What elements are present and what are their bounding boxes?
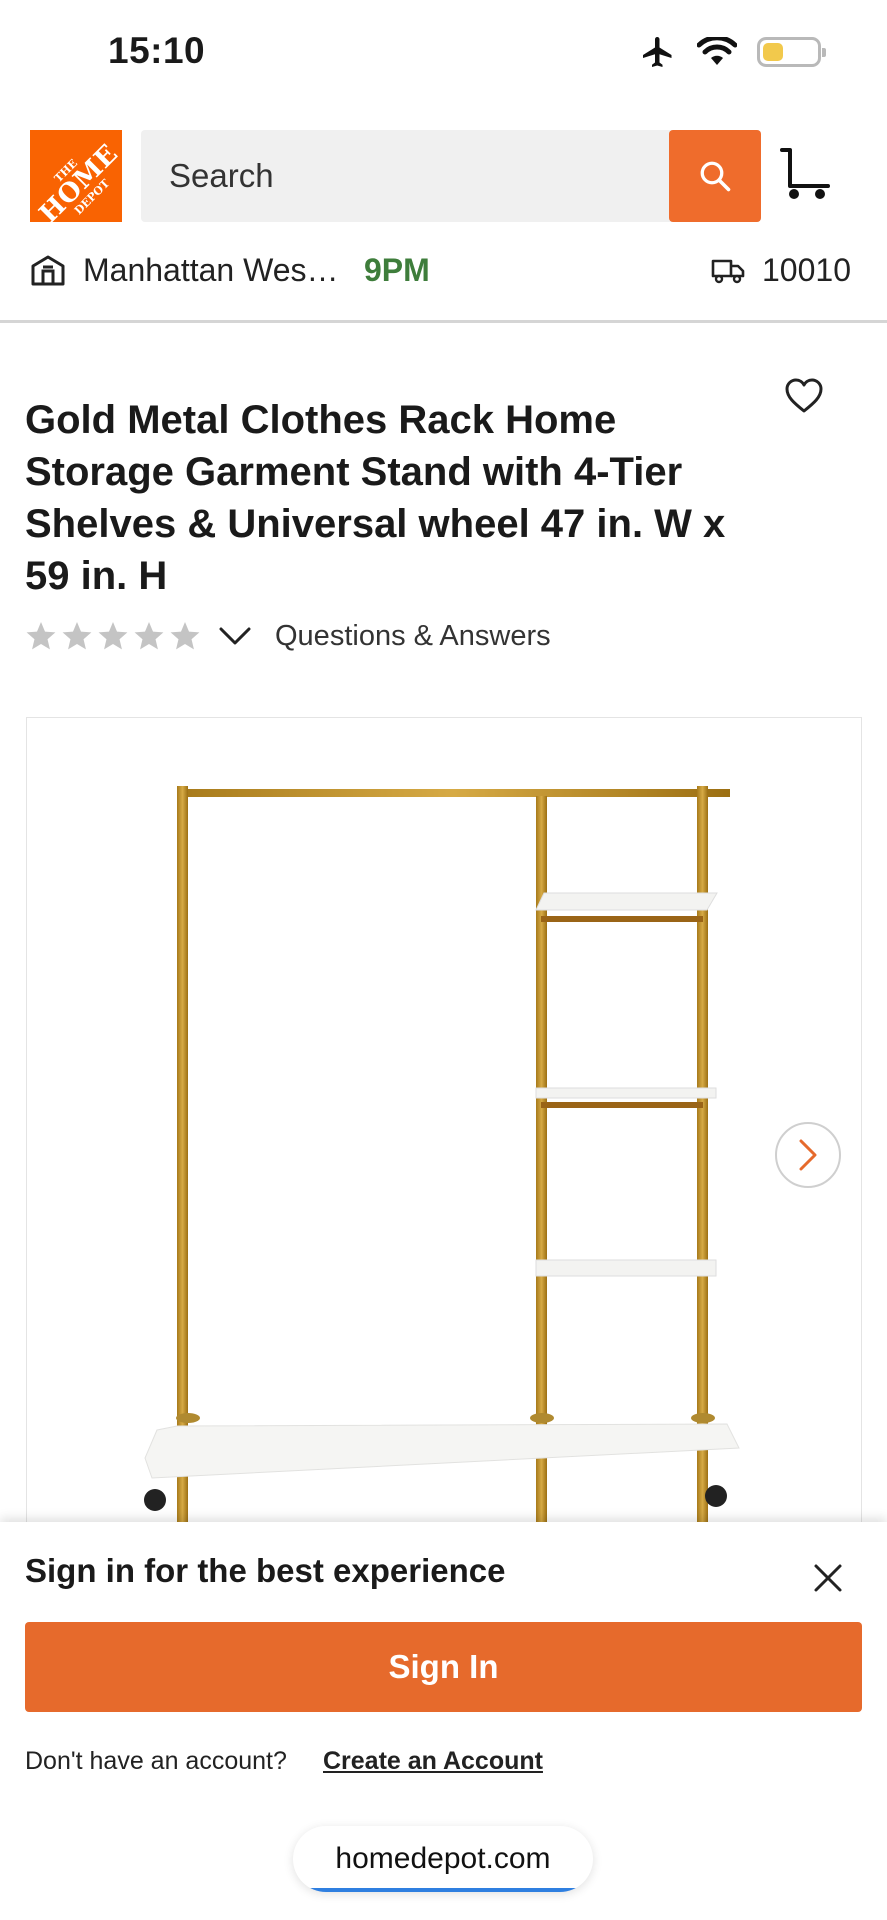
heart-icon[interactable]	[784, 376, 824, 416]
rating-stars[interactable]	[25, 620, 201, 652]
battery-level	[763, 43, 783, 61]
create-account-link[interactable]: Create an Account	[323, 1747, 543, 1776]
chevron-down-icon[interactable]	[219, 626, 251, 646]
chevron-right-icon	[799, 1139, 817, 1171]
page-load-progress	[307, 1888, 579, 1892]
delivery-zip[interactable]: 10010	[762, 252, 851, 289]
signin-sheet: Sign in for the best experience Sign In …	[0, 1522, 887, 1800]
search-input[interactable]	[141, 130, 669, 222]
domain-text: homedepot.com	[335, 1842, 551, 1875]
clothes-rack-image	[144, 786, 740, 1528]
star-icon	[134, 622, 164, 650]
rating-row: Questions & Answers	[25, 616, 551, 656]
wifi-icon	[697, 37, 737, 65]
cart-icon[interactable]	[776, 146, 832, 202]
battery-icon	[757, 37, 826, 67]
star-icon	[26, 622, 56, 650]
truck-icon	[711, 259, 745, 284]
product-image[interactable]	[26, 717, 862, 1537]
search-bar	[141, 130, 761, 222]
star-icon	[62, 622, 92, 650]
header-divider	[0, 320, 887, 323]
status-icons	[639, 34, 826, 70]
address-bar[interactable]: homedepot.com	[293, 1826, 593, 1892]
home-depot-logo[interactable]: THE HOME DEPOT	[30, 130, 122, 222]
star-icon	[170, 622, 200, 650]
store-hours: 9PM	[364, 252, 430, 288]
search-icon	[700, 161, 731, 192]
header: THE HOME DEPOT	[0, 128, 887, 224]
store-name[interactable]: Manhattan Wes…	[83, 252, 339, 289]
star-icon	[98, 622, 128, 650]
status-time: 15:10	[108, 30, 206, 71]
sign-in-button[interactable]: Sign In	[25, 1622, 862, 1712]
search-button[interactable]	[669, 130, 761, 222]
close-icon[interactable]	[812, 1562, 844, 1594]
next-image-button[interactable]	[775, 1122, 841, 1188]
product-title: Gold Metal Clothes Rack Home Storage Gar…	[25, 398, 726, 598]
store-icon	[31, 255, 65, 286]
status-bar: 15:10	[0, 0, 887, 110]
questions-answers-link[interactable]: Questions & Answers	[275, 620, 551, 653]
store-row[interactable]: Manhattan Wes… 9PM 10010	[0, 246, 887, 296]
no-account-text: Don't have an account?	[25, 1747, 287, 1775]
signin-sheet-title: Sign in for the best experience	[25, 1552, 506, 1589]
airplane-icon	[643, 37, 672, 67]
